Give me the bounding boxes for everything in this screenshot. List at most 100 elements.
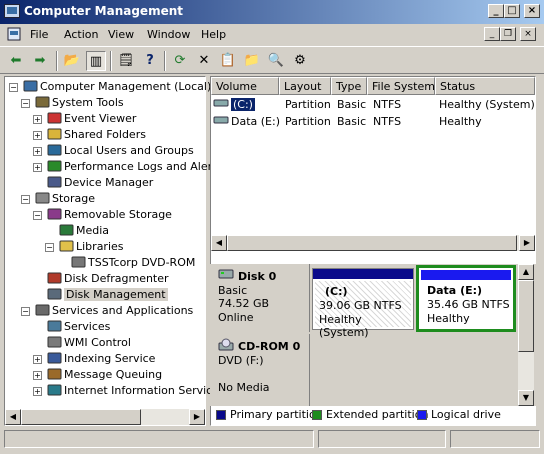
collapse-icon[interactable]: − [21,195,30,204]
menu-file[interactable]: File [30,28,48,41]
column-header-type[interactable]: Type [331,77,367,95]
tree-item[interactable]: + Local Users and Groups [5,143,205,159]
scroll-right-arrow-icon[interactable]: ▶ [519,235,535,251]
media-icon [58,223,74,238]
disk-management-icon [46,287,62,302]
tree-item[interactable]: − Removable Storage [5,207,205,223]
tree-item[interactable]: Disk Defragmenter [5,271,205,287]
partition-data-e[interactable]: Data (E:) 35.46 GB NTFS Healthy [416,265,516,332]
scroll-right-arrow-icon[interactable]: ▶ [189,409,205,425]
open-icon[interactable]: 📁 [242,51,262,71]
tree-item[interactable]: − Computer Management (Local) [5,79,211,95]
column-header-layout[interactable]: Layout [279,77,331,95]
cdrom-0-label[interactable]: CD-ROM 0 DVD (F:) No Media [210,334,310,406]
tree-item-label: Libraries [76,240,124,253]
users-icon [46,143,62,158]
scroll-left-arrow-icon[interactable]: ◀ [211,235,227,251]
tree-item[interactable]: + Event Viewer [5,111,205,127]
column-header-volume[interactable]: Volume [211,77,279,95]
collapse-icon[interactable]: − [21,307,30,316]
toolbar: ⬅ ➡ 📂 ▥ 🗒 ? ⟳ ✕ 📋 📁 🔍 ⚙ [0,46,544,74]
volume-horizontal-scrollbar[interactable]: ◀ ▶ [211,235,535,251]
column-header-status[interactable]: Status [435,77,535,95]
tree-item[interactable]: − Storage [5,191,205,207]
status-bar [4,430,540,450]
tree-scroll-thumb[interactable] [21,409,141,425]
delete-icon[interactable]: ✕ [194,51,214,71]
volume-row[interactable]: Data (E:) Partition Basic NTFS Healthy [213,114,533,130]
expand-icon[interactable]: + [33,163,42,172]
console-tree[interactable]: − Computer Management (Local) − System Tool… [4,76,225,426]
tree-item[interactable]: Disk Management [5,287,205,303]
menu-window[interactable]: Window [147,28,190,41]
tree-item-label: Performance Logs and Alerts [64,160,223,173]
help-icon[interactable]: ? [140,51,160,71]
tree-item[interactable]: Device Manager [5,175,205,191]
expand-icon[interactable]: + [33,131,42,140]
disk-scroll-thumb[interactable] [518,280,534,352]
device-manager-icon [46,175,62,190]
minimize-button[interactable]: _ [488,4,504,18]
tree-item[interactable]: + Internet Information Services [5,383,225,399]
tree-item[interactable]: + Shared Folders [5,127,205,143]
scroll-up-arrow-icon[interactable]: ▲ [518,264,534,280]
tree-item[interactable]: TSSTcorp DVD-ROM [5,255,205,271]
computer-management-app-icon[interactable] [4,4,20,18]
event-viewer-icon [46,111,62,126]
legend-label: Primary partition [230,408,323,421]
expand-icon[interactable]: + [33,147,42,156]
properties-icon[interactable]: 🗒 [116,51,136,71]
collapse-icon[interactable]: − [21,99,30,108]
disk-0-label[interactable]: Disk 0 Basic 74.52 GB Online [210,264,310,332]
volume-row[interactable]: (C:) Partition Basic NTFS Healthy (Syste… [213,97,535,113]
maximize-button[interactable]: □ [504,4,520,18]
expand-icon[interactable]: + [33,115,42,124]
collapse-icon[interactable]: − [45,243,54,252]
properties-sheet-icon[interactable]: 📋 [218,51,238,71]
volume-scroll-thumb[interactable] [227,235,517,251]
tree-item[interactable]: + Message Queuing [5,367,205,383]
scroll-down-arrow-icon[interactable]: ▼ [518,390,534,406]
refresh-icon[interactable]: ⟳ [170,51,190,71]
child-minimize-button[interactable]: _ [484,27,500,41]
volume-list[interactable]: Volume Layout Type File System Status (C… [211,77,535,251]
collapse-icon[interactable]: − [33,211,42,220]
show-hide-tree-icon[interactable]: ▥ [86,51,106,71]
tree-horizontal-scrollbar[interactable]: ◀ ▶ [5,409,205,425]
mmc-document-icon[interactable] [6,27,22,42]
menu-action[interactable]: Action [64,28,98,41]
tree-item[interactable]: WMI Control [5,335,205,351]
expand-icon[interactable]: + [33,387,42,396]
hard-disk-icon [218,268,234,283]
back-icon[interactable]: ⬅ [6,51,26,71]
menu-help[interactable]: Help [201,28,226,41]
forward-icon[interactable]: ➡ [30,51,50,71]
tree-item[interactable]: Services [5,319,205,335]
settings-icon[interactable]: ⚙ [290,51,310,71]
disk-type: DVD (F:) [218,354,264,367]
tree-item[interactable]: + Performance Logs and Alerts [5,159,222,175]
disk-vertical-scrollbar[interactable]: ▲ ▼ [518,264,534,406]
tree-item[interactable]: + Indexing Service [5,351,205,367]
message-queue-icon [46,367,62,382]
child-restore-button[interactable]: ❐ [500,27,516,41]
child-close-button[interactable]: × [520,27,536,41]
tree-item[interactable]: − Libraries [5,239,205,255]
scroll-left-arrow-icon[interactable]: ◀ [5,409,21,425]
expand-icon[interactable]: + [33,355,42,364]
find-icon[interactable]: 🔍 [266,51,286,71]
tree-item[interactable]: Media [5,223,205,239]
partition-c[interactable]: (C:) 39.06 GB NTFS Healthy (System) [312,268,414,339]
column-header-file-system[interactable]: File System [367,77,435,95]
expand-icon[interactable]: + [33,371,42,380]
removable-storage-icon [46,207,62,222]
tree-item[interactable]: − System Tools [5,95,205,111]
up-folder-icon[interactable]: 📂 [62,51,82,71]
close-button[interactable]: × [524,4,540,18]
menu-view[interactable]: View [108,28,134,41]
tree-item[interactable]: − Services and Applications [5,303,205,319]
legend-label: Extended partition [326,408,429,421]
status-cell-main [4,430,314,448]
collapse-icon[interactable]: − [9,83,18,92]
tree-item-label: Internet Information Services [64,384,225,397]
